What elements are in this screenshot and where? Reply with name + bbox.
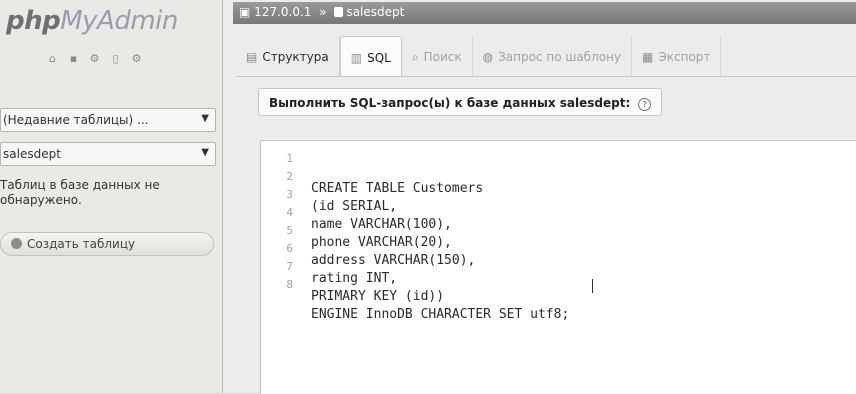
line-number: 1 [286, 152, 293, 165]
breadcrumb-separator: » [319, 5, 327, 19]
code-line: 2 (id SERIAL, [261, 169, 397, 214]
line-number: 3 [286, 188, 293, 201]
search-icon: ⌕ [411, 50, 419, 64]
code-text: PRIMARY KEY (id)) [311, 289, 445, 304]
code-line: 4 phone VARCHAR(20), [261, 205, 452, 250]
sql-query-title: Выполнить SQL-запрос(ы) к базе данных sa… [269, 96, 631, 110]
line-number: 4 [286, 206, 293, 219]
navigation-sidebar: phpMyAdmin ⌂ ▪ ⚙ ▯ ⚙ (Недавние таблицы) … [0, 0, 223, 393]
main-content: ▣ 127.0.0.1 » salesdept ▤ Структура ▥ SQL … [223, 0, 856, 394]
code-line: 7 PRIMARY KEY (id)) [261, 259, 444, 304]
settings-icon[interactable]: ⚙ [130, 52, 143, 65]
code-line: 5 address VARCHAR(150), [261, 223, 475, 268]
breadcrumb: ▣ 127.0.0.1 » salesdept [233, 2, 856, 24]
database-select-value: salesdept [3, 147, 61, 161]
sql-editor[interactable]: 1 CREATE TABLE Customers 2 (id SERIAL, 3… [260, 140, 856, 394]
home-icon[interactable]: ⌂ [46, 52, 59, 65]
server-icon: ▣ [239, 5, 251, 19]
code-text: ENGINE InnoDB CHARACTER SET utf8; [311, 307, 570, 322]
no-tables-message: Таблиц в базе данных не обнаружено. [0, 178, 160, 207]
code-text: address VARCHAR(150), [311, 253, 476, 268]
code-line: 3 name VARCHAR(100), [261, 187, 452, 232]
tab-search[interactable]: ⌕ Поиск [402, 36, 473, 76]
sql-query-panel-title: Выполнить SQL-запрос(ы) к базе данных sa… [258, 88, 663, 116]
tab-query[interactable]: ◍ Запрос по шаблону [473, 36, 633, 76]
tab-sql[interactable]: ▥ SQL [339, 36, 402, 76]
database-select[interactable]: salesdept ▼ [0, 142, 216, 166]
doc-icon[interactable]: ▪ [67, 52, 80, 65]
clipboard-icon[interactable]: ▯ [109, 52, 122, 65]
phpmyadmin-logo[interactable]: phpMyAdmin [6, 6, 178, 36]
create-table-button[interactable]: Создать таблицу [0, 232, 214, 256]
breadcrumb-server[interactable]: 127.0.0.1 [254, 5, 311, 19]
breadcrumb-database[interactable]: salesdept [346, 5, 404, 19]
sql-icon: ▥ [350, 51, 363, 65]
gear-icon[interactable]: ⚙ [88, 52, 101, 65]
tab-query-label: Запрос по шаблону [498, 50, 622, 64]
code-text: (id SERIAL, [311, 199, 398, 214]
structure-icon: ▤ [246, 50, 258, 64]
code-line: 6 rating INT, [261, 241, 397, 286]
code-text: CREATE TABLE Customers [311, 181, 484, 196]
line-number: 7 [286, 260, 293, 273]
line-number: 5 [286, 224, 293, 237]
code-text: rating INT, [311, 271, 398, 286]
tab-structure[interactable]: ▤ Структура [236, 36, 340, 76]
help-icon[interactable]: ? [638, 98, 652, 111]
line-number: 2 [286, 170, 293, 183]
code-text: name VARCHAR(100), [311, 217, 452, 232]
line-number: 6 [286, 242, 293, 255]
tab-search-label: Поиск [423, 50, 462, 64]
code-line: 1 CREATE TABLE Customers [261, 151, 483, 196]
chevron-down-icon: ▼ [201, 113, 209, 124]
tab-bar: ▤ Структура ▥ SQL ⌕ Поиск ◍ Запрос по шаблон… [236, 36, 856, 77]
tab-export[interactable]: ▦ Экспорт [632, 36, 722, 76]
line-number: 8 [286, 278, 293, 291]
create-table-icon [11, 238, 22, 249]
code-text: phone VARCHAR(20), [311, 235, 452, 250]
sidebar-icon-row: ⌂ ▪ ⚙ ▯ ⚙ [46, 52, 143, 65]
tab-sql-label: SQL [367, 51, 391, 65]
create-table-label: Создать таблицу [27, 237, 136, 251]
tab-structure-label: Структура [262, 50, 329, 64]
export-icon: ▦ [642, 50, 654, 64]
logo-myadmin-text: MyAdmin [60, 6, 178, 36]
code-line: 8 ENGINE InnoDB CHARACTER SET utf8; [261, 277, 593, 322]
recent-tables-value: (Недавние таблицы) ... [3, 113, 149, 127]
tab-export-label: Экспорт [658, 50, 711, 64]
chevron-down-icon: ▼ [201, 147, 209, 158]
query-icon: ◍ [482, 50, 494, 64]
recent-tables-select[interactable]: (Недавние таблицы) ... ▼ [0, 108, 216, 132]
logo-php-text: php [6, 6, 61, 36]
database-icon [334, 7, 344, 17]
text-cursor [592, 279, 593, 293]
